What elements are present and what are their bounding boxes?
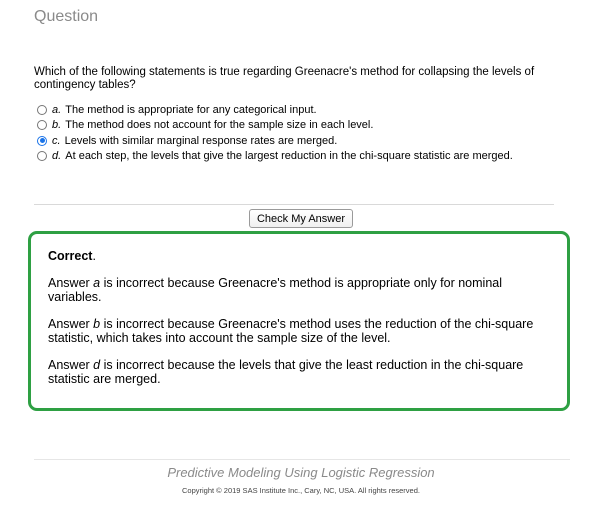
radio-button[interactable]: [37, 104, 47, 115]
explanation-prefix: Answer: [48, 316, 94, 331]
radio-button[interactable]: [37, 151, 47, 162]
course-title: Predictive Modeling Using Logistic Regre…: [167, 465, 435, 480]
option-label: Levels with similar marginal response ra…: [64, 134, 338, 147]
explanation-text: is incorrect because the levels that giv…: [48, 357, 524, 387]
option-letter: c.: [52, 134, 61, 147]
check-answer-button[interactable]: Check My Answer: [249, 209, 353, 228]
answer-options: a. The method is appropriate for any cat…: [37, 102, 513, 164]
explanation-text: is incorrect because Greenacre's method …: [48, 316, 534, 346]
option-letter: d.: [52, 150, 62, 163]
footer-divider: [34, 459, 570, 460]
copyright-notice: Copyright © 2019 SAS Institute Inc., Car…: [182, 486, 420, 495]
option-letter: b.: [52, 119, 62, 132]
feedback-panel: Correct. Answer a is incorrect because G…: [28, 231, 570, 411]
feedback-explanation-d: Answer d is incorrect because the levels…: [48, 358, 549, 387]
option-label: The method is appropriate for any catego…: [65, 103, 317, 116]
option-c[interactable]: c. Levels with similar marginal response…: [37, 133, 513, 149]
option-a[interactable]: a. The method is appropriate for any cat…: [37, 102, 513, 118]
option-letter: a.: [52, 103, 62, 116]
explanation-prefix: Answer: [48, 357, 94, 372]
option-d[interactable]: d. At each step, the levels that give th…: [37, 149, 513, 165]
question-page: Question Which of the following statemen…: [0, 0, 591, 509]
feedback-title-suffix: .: [92, 249, 96, 263]
divider: [34, 204, 554, 205]
option-label: At each step, the levels that give the l…: [65, 150, 513, 163]
feedback-explanation-b: Answer b is incorrect because Greenacre'…: [48, 317, 549, 346]
explanation-text: is incorrect because Greenacre's method …: [48, 275, 503, 305]
option-b[interactable]: b. The method does not account for the s…: [37, 118, 513, 134]
page-title: Question: [34, 8, 99, 25]
feedback-title: Correct.: [48, 249, 549, 264]
explanation-prefix: Answer: [48, 275, 94, 290]
question-text: Which of the following statements is tru…: [34, 66, 535, 91]
radio-button-selected[interactable]: [37, 135, 47, 146]
feedback-explanation-a: Answer a is incorrect because Greenacre'…: [48, 276, 549, 305]
option-label: The method does not account for the samp…: [65, 119, 374, 132]
feedback-status: Correct: [48, 249, 93, 263]
radio-button[interactable]: [37, 120, 47, 131]
